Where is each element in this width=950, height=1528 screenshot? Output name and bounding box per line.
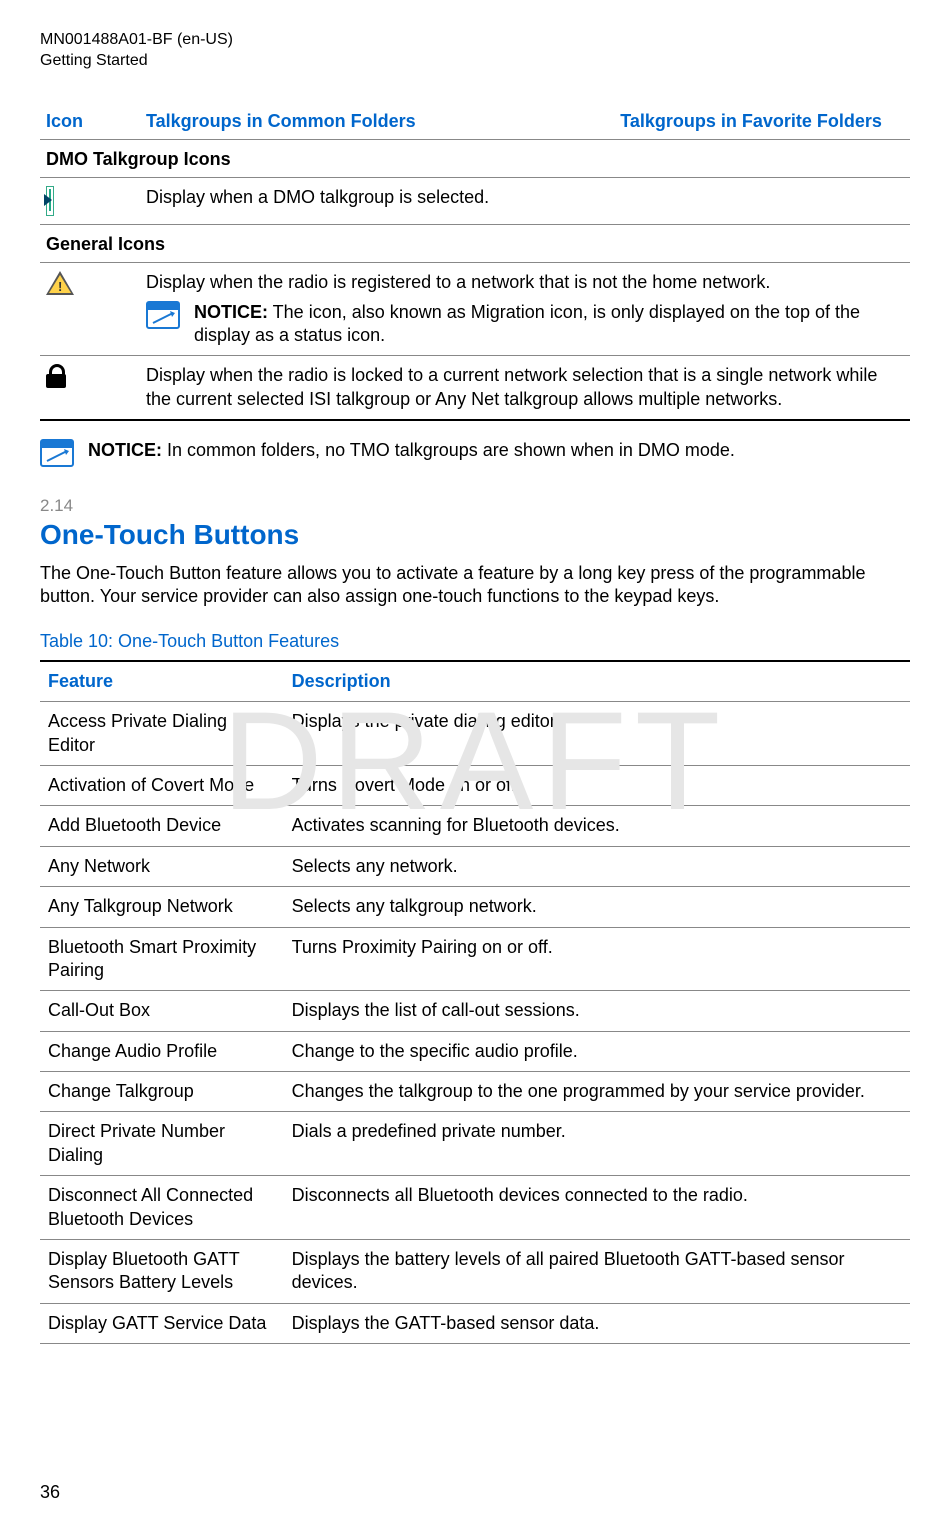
feature-table-header-description: Description <box>284 661 910 702</box>
description-cell: Displays the GATT-based sensor data. <box>284 1303 910 1343</box>
description-cell: Dials a predefined private number. <box>284 1112 910 1176</box>
feature-cell: Add Bluetooth Device <box>40 806 284 846</box>
migration-notice-text: The icon, also known as Migration icon, … <box>194 302 860 345</box>
migration-cell: Display when the radio is registered to … <box>140 263 910 356</box>
icon-table: Icon Talkgroups in Common Folders Talkgr… <box>40 102 910 422</box>
description-cell: Changes the talkgroup to the one program… <box>284 1072 910 1112</box>
feature-cell: Disconnect All Connected Bluetooth Devic… <box>40 1176 284 1240</box>
icon-table-section-general: General Icons <box>40 224 910 262</box>
icon-table-header-favorite: Talkgroups in Favorite Folders <box>614 102 910 140</box>
feature-cell: Any Network <box>40 846 284 886</box>
description-cell: Turns Covert Mode on or off. <box>284 765 910 805</box>
doc-chapter: Getting Started <box>40 51 910 72</box>
notice-after-table-text: In common folders, no TMO talkgroups are… <box>162 440 735 460</box>
dmo-selected-icon <box>40 178 140 224</box>
feature-cell: Change Talkgroup <box>40 1072 284 1112</box>
section-intro: The One-Touch Button feature allows you … <box>40 562 910 609</box>
description-cell: Activates scanning for Bluetooth devices… <box>284 806 910 846</box>
notice-icon <box>40 439 74 467</box>
icon-table-section-dmo: DMO Talkgroup Icons <box>40 139 910 177</box>
feature-cell: Activation of Covert Mode <box>40 765 284 805</box>
table-row: Access Private Dialing EditorDisplays th… <box>40 702 910 766</box>
feature-cell: Direct Private Number Dialing <box>40 1112 284 1176</box>
lock-desc: Display when the radio is locked to a cu… <box>140 356 910 420</box>
feature-cell: Display Bluetooth GATT Sensors Battery L… <box>40 1240 284 1304</box>
notice-label: NOTICE: <box>88 440 162 460</box>
feature-table: Feature Description Access Private Diali… <box>40 660 910 1344</box>
feature-cell: Bluetooth Smart Proximity Pairing <box>40 927 284 991</box>
feature-cell: Change Audio Profile <box>40 1031 284 1071</box>
icon-table-header-common: Talkgroups in Common Folders <box>140 102 614 140</box>
table-row: Any Talkgroup NetworkSelects any talkgro… <box>40 887 910 927</box>
feature-table-header-feature: Feature <box>40 661 284 702</box>
notice-label: NOTICE: <box>194 302 268 322</box>
doc-id: MN001488A01-BF (en-US) <box>40 30 910 51</box>
table-row: Disconnect All Connected Bluetooth Devic… <box>40 1176 910 1240</box>
table-row: Bluetooth Smart Proximity PairingTurns P… <box>40 927 910 991</box>
feature-cell: Any Talkgroup Network <box>40 887 284 927</box>
dmo-selected-desc: Display when a DMO talkgroup is selected… <box>140 178 910 224</box>
feature-cell: Access Private Dialing Editor <box>40 702 284 766</box>
icon-table-header-icon: Icon <box>40 102 140 140</box>
description-cell: Selects any talkgroup network. <box>284 887 910 927</box>
migration-desc: Display when the radio is registered to … <box>146 271 904 294</box>
feature-cell: Call-Out Box <box>40 991 284 1031</box>
section-number: 2.14 <box>40 495 910 517</box>
table-row: Call-Out BoxDisplays the list of call-ou… <box>40 991 910 1031</box>
migration-notice: NOTICE: The icon, also known as Migratio… <box>194 301 904 348</box>
table-row: Display GATT Service DataDisplays the GA… <box>40 1303 910 1343</box>
description-cell: Turns Proximity Pairing on or off. <box>284 927 910 991</box>
table-row: Change Audio ProfileChange to the specif… <box>40 1031 910 1071</box>
doc-meta: MN001488A01-BF (en-US) Getting Started <box>40 30 910 72</box>
description-cell: Selects any network. <box>284 846 910 886</box>
feature-table-caption: Table 10: One-Touch Button Features <box>40 630 910 653</box>
description-cell: Disconnects all Bluetooth devices connec… <box>284 1176 910 1240</box>
table-row: Change TalkgroupChanges the talkgroup to… <box>40 1072 910 1112</box>
table-row: Activation of Covert ModeTurns Covert Mo… <box>40 765 910 805</box>
notice-icon <box>146 301 180 329</box>
description-cell: Change to the specific audio profile. <box>284 1031 910 1071</box>
feature-cell: Display GATT Service Data <box>40 1303 284 1343</box>
notice-after-table: NOTICE: In common folders, no TMO talkgr… <box>88 439 910 462</box>
page-number: 36 <box>40 1481 60 1504</box>
table-row: Display Bluetooth GATT Sensors Battery L… <box>40 1240 910 1304</box>
description-cell: Displays the private dialing editor. <box>284 702 910 766</box>
migration-icon: ! <box>40 263 140 356</box>
table-row: Add Bluetooth DeviceActivates scanning f… <box>40 806 910 846</box>
lock-icon <box>40 356 140 420</box>
table-row: Any NetworkSelects any network. <box>40 846 910 886</box>
description-cell: Displays the list of call-out sessions. <box>284 991 910 1031</box>
section-title: One-Touch Buttons <box>40 517 910 553</box>
table-row: Direct Private Number DialingDials a pre… <box>40 1112 910 1176</box>
description-cell: Displays the battery levels of all paire… <box>284 1240 910 1304</box>
